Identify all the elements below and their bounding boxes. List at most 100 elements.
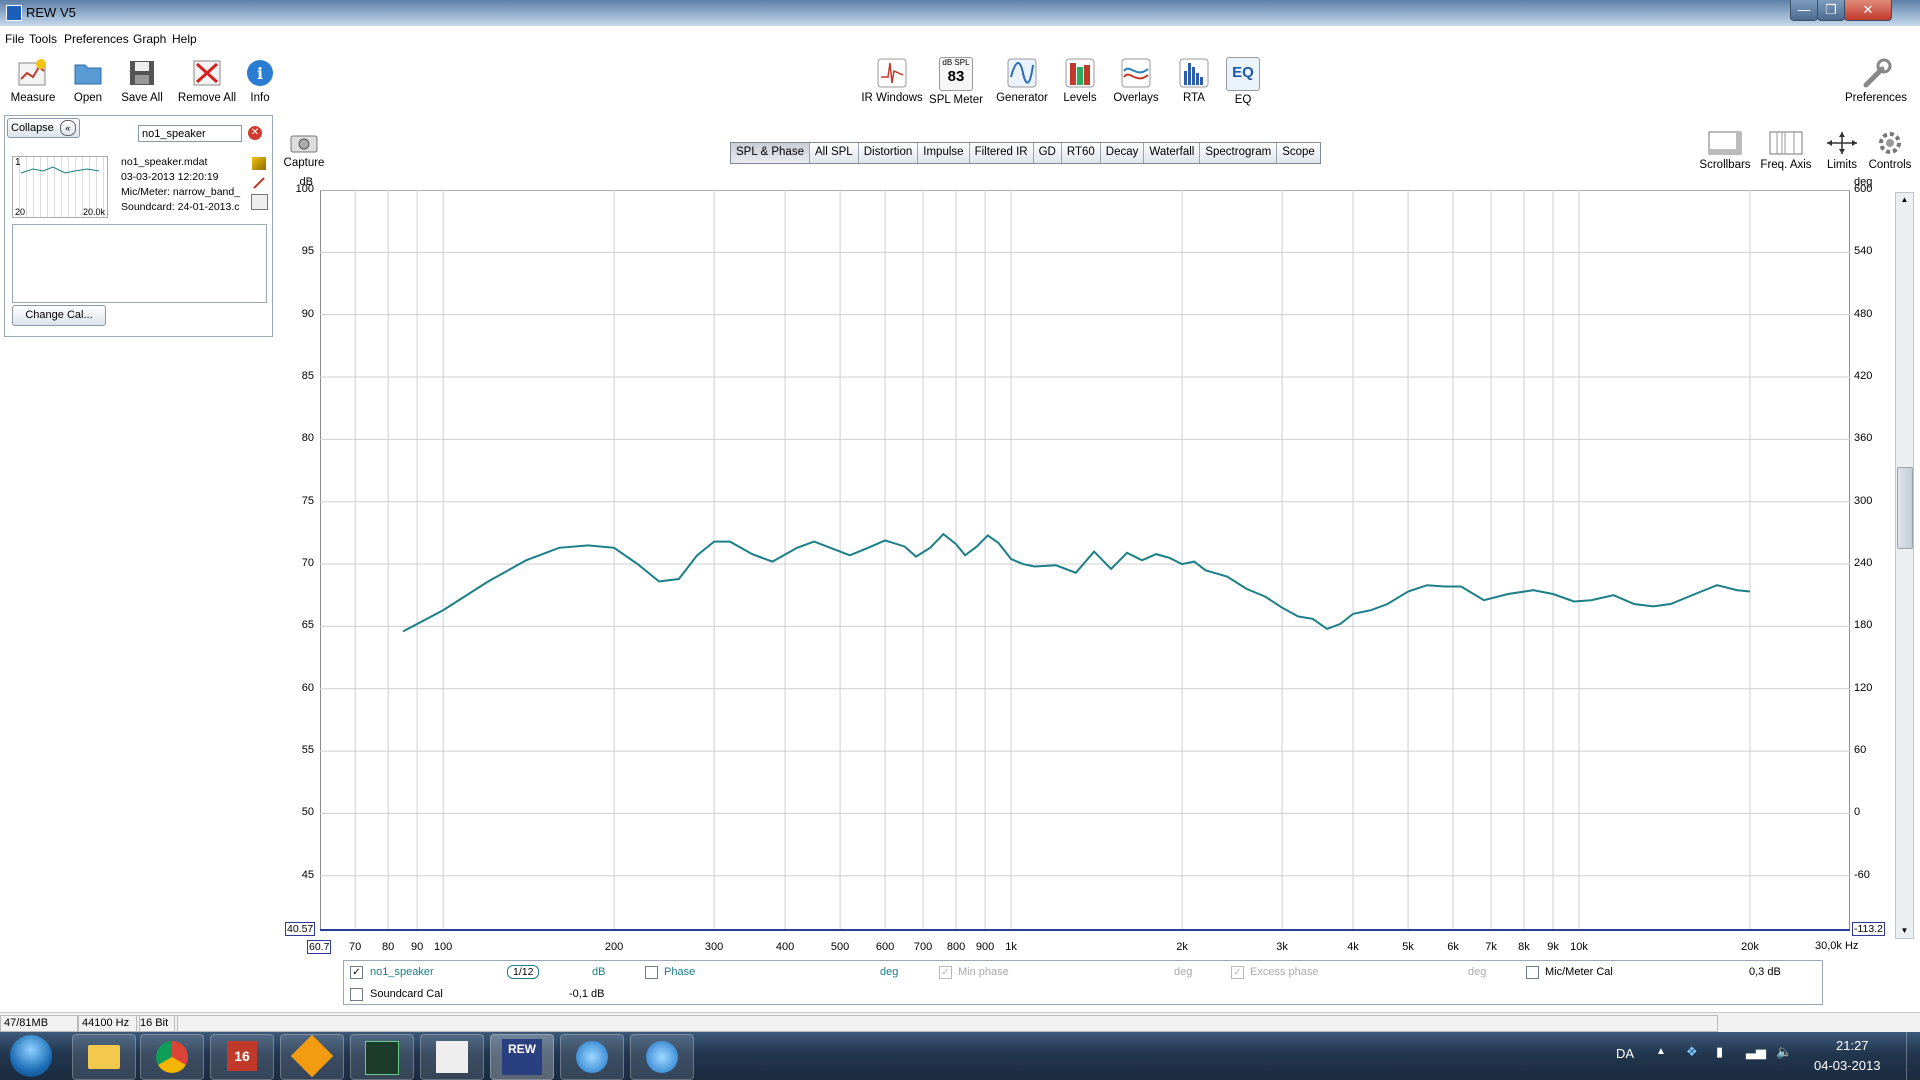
y2-tick-label: 240 [1854, 557, 1873, 570]
measure-button[interactable]: Measure [8, 57, 58, 104]
measurement-name-field[interactable] [138, 125, 242, 142]
tab-filtered-ir[interactable]: Filtered IR [969, 143, 1034, 163]
preferences-label: Preferences [1844, 92, 1907, 104]
itunes-icon[interactable] [560, 1034, 624, 1080]
info-button[interactable]: i Info [244, 57, 276, 104]
scroll-down-arrow[interactable]: ▼ [1896, 924, 1913, 938]
generator-button[interactable]: Generator [992, 57, 1052, 104]
menu-preferences[interactable]: Preferences [64, 32, 129, 46]
tab-decay[interactable]: Decay [1100, 143, 1145, 163]
y2-min-box[interactable]: -113.2 [1852, 922, 1885, 936]
rew-taskbar-icon[interactable]: REW [490, 1034, 554, 1080]
scroll-thumb[interactable] [1897, 467, 1913, 549]
tab-rt60[interactable]: RT60 [1061, 143, 1101, 163]
open-button[interactable]: Open [66, 57, 110, 104]
controls-button[interactable]: Controls [1866, 130, 1914, 171]
spl-meter-button[interactable]: dB SPL 83 SPL Meter [928, 57, 984, 106]
bits-status: 16 Bit [136, 1015, 178, 1032]
chart-edit-icon[interactable] [252, 157, 266, 170]
y-tick-label: 100 [295, 183, 314, 195]
measurement-item[interactable]: 1 20 20.0k no1_speaker.mdat 03-03-2013 1… [10, 154, 268, 218]
excess-phase-checkbox[interactable]: ✓ [1231, 966, 1244, 979]
pen-icon[interactable] [252, 176, 266, 189]
trace-checkbox[interactable]: ✓ [350, 966, 363, 979]
x-tick-label: 20k [1741, 941, 1759, 953]
tab-waterfall[interactable]: Waterfall [1144, 143, 1201, 163]
title-bar: REW V5 — ❐ ✕ [0, 0, 1920, 26]
mic-cal-checkbox[interactable] [1526, 966, 1539, 979]
smoothing-badge[interactable]: 1/12 [507, 965, 540, 979]
tab-all-spl[interactable]: All SPL [809, 143, 859, 163]
eq-icon: EQ [1226, 57, 1260, 91]
y-axis-unit: dB [299, 176, 313, 188]
vertical-scrollbar[interactable]: ▲ ▼ [1895, 192, 1914, 939]
itunes-2-icon[interactable] [630, 1034, 694, 1080]
change-cal-button[interactable]: Change Cal... [12, 305, 106, 326]
remove-all-label: Remove All [177, 92, 237, 104]
app-chart-icon[interactable] [420, 1034, 484, 1080]
eq-button[interactable]: EQ EQ [1226, 57, 1260, 106]
x-tick-label: 9k [1547, 941, 1559, 953]
clock-date[interactable]: 04-03-2013 [1814, 1058, 1881, 1073]
tab-impulse[interactable]: Impulse [918, 143, 970, 163]
freq-axis-button[interactable]: Freq. Axis [1758, 130, 1814, 171]
y-tick-label: 65 [301, 619, 314, 632]
menu-file[interactable]: File [5, 32, 24, 46]
collapse-button[interactable]: Collapse « [7, 118, 80, 138]
soundcard-cal-checkbox[interactable] [350, 988, 363, 1001]
y-min-box[interactable]: 40.57 [285, 922, 316, 936]
limits-button[interactable]: Limits [1822, 130, 1862, 171]
scroll-up-arrow[interactable]: ▲ [1896, 193, 1913, 207]
menu-help[interactable]: Help [172, 32, 197, 46]
remove-all-button[interactable]: Remove All [176, 57, 238, 104]
min-phase-checkbox[interactable]: ✓ [939, 966, 952, 979]
y2-tick-label: 60 [1854, 744, 1867, 757]
explorer-icon[interactable] [72, 1034, 136, 1080]
graph-icon[interactable] [251, 194, 268, 210]
x-min-box[interactable]: 60.7 [307, 940, 332, 954]
volume-icon[interactable]: 🔈 [1776, 1044, 1792, 1060]
capture-button[interactable]: Capture [282, 132, 326, 169]
tab-scope[interactable]: Scope [1277, 143, 1320, 163]
y-tick-label: 45 [301, 868, 314, 881]
y-tick-label: 60 [301, 681, 314, 694]
app-16-icon[interactable]: 16 [210, 1034, 274, 1080]
network-icon[interactable]: ▃▅ [1746, 1044, 1766, 1060]
scrollbars-button[interactable]: Scrollbars [1698, 130, 1752, 171]
overlays-button[interactable]: Overlays [1108, 57, 1164, 104]
tab-distortion[interactable]: Distortion [858, 143, 919, 163]
minimize-button[interactable]: — [1790, 0, 1818, 21]
clock-time[interactable]: 21:27 [1836, 1038, 1869, 1053]
close-button[interactable]: ✕ [1844, 0, 1892, 21]
chrome-icon[interactable] [140, 1034, 204, 1080]
y2-tick-label: 420 [1854, 370, 1873, 383]
start-orb-icon[interactable] [10, 1035, 52, 1077]
preferences-button[interactable]: Preferences [1842, 57, 1910, 104]
dropbox-icon[interactable]: ❖ [1686, 1044, 1698, 1060]
measurement-thumbnail: 1 20 20.0k [12, 156, 108, 218]
language-indicator[interactable]: DA [1616, 1046, 1634, 1061]
maximize-button[interactable]: ❐ [1817, 0, 1845, 21]
app-lightning-icon[interactable] [280, 1034, 344, 1080]
plot-area[interactable] [320, 190, 1850, 931]
app-media-icon[interactable] [350, 1034, 414, 1080]
battery-icon[interactable]: ▮ [1716, 1044, 1723, 1060]
levels-button[interactable]: Levels [1056, 57, 1104, 104]
phase-checkbox[interactable] [645, 966, 658, 979]
tab-gd[interactable]: GD [1033, 143, 1062, 163]
menu-graph[interactable]: Graph [133, 32, 166, 46]
tab-spectrogram[interactable]: Spectrogram [1200, 143, 1278, 163]
close-measurement-icon[interactable]: ✕ [248, 126, 262, 140]
save-all-button[interactable]: Save All [116, 57, 168, 104]
window-title: REW V5 [26, 5, 76, 20]
menu-tools[interactable]: Tools [29, 32, 57, 46]
y-tick-label: 95 [301, 245, 314, 258]
measurements-panel: Collapse « ✕ 1 20 20.0k no1_speaker.mdat… [4, 115, 273, 337]
measurement-notes[interactable] [12, 224, 267, 303]
ir-windows-button[interactable]: IR Windows [860, 57, 924, 104]
tab-spl-phase[interactable]: SPL & Phase [731, 143, 810, 163]
tray-expand-icon[interactable]: ▲ [1656, 1046, 1666, 1057]
rta-button[interactable]: RTA [1176, 57, 1212, 104]
show-desktop-button[interactable] [1906, 1032, 1920, 1080]
status-bar: 47/81MB 44100 Hz 16 Bit [0, 1012, 1920, 1033]
